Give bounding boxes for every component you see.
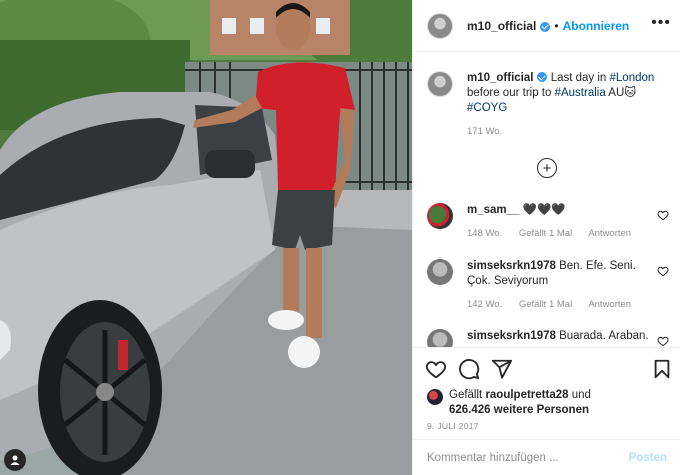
share-paper-plane-icon[interactable] <box>491 358 513 380</box>
caption-username[interactable]: m10_official <box>467 72 533 84</box>
hashtag-link[interactable]: #Australia <box>555 87 606 99</box>
hashtag-link[interactable]: #London <box>610 72 655 84</box>
likes-middle: und <box>568 389 591 401</box>
follow-button[interactable]: Abonnieren <box>563 19 630 33</box>
comment-username[interactable]: simseksrkn1978 <box>467 260 556 272</box>
heart-icon[interactable] <box>657 335 669 347</box>
verified-badge-icon <box>540 21 551 32</box>
more-horizontal-icon[interactable]: ••• <box>651 14 671 32</box>
post-header: m10_official • Abonnieren ••• <box>413 0 680 52</box>
comment-likes[interactable]: Gefällt 1 Mal <box>519 299 572 310</box>
like-heart-icon[interactable] <box>425 358 447 380</box>
comment-age[interactable]: 142 Wo. <box>467 299 502 310</box>
post-comment-button[interactable]: Posten <box>629 452 667 464</box>
separator-dot: • <box>554 18 559 33</box>
likes-count[interactable]: 626.426 weitere Personen <box>449 404 589 416</box>
avatar[interactable] <box>427 203 453 229</box>
caption-text: before our trip to <box>467 87 555 99</box>
likes-prefix: Gefällt <box>449 389 486 401</box>
heart-icon[interactable] <box>657 209 669 221</box>
comment-likes[interactable]: Gefällt 1 Mal <box>519 228 572 239</box>
tagged-user-icon[interactable] <box>4 449 26 471</box>
post-actions: Gefällt raoulpetretta28 und 626.426 weit… <box>413 347 680 475</box>
avatar <box>427 389 443 405</box>
comment-item: simseksrkn1978 Ben. Efe. Seni. Çok. Sevi… <box>427 259 671 312</box>
comment-item: simseksrkn1978 Buarada. Araban. <box>427 329 671 347</box>
comment-item: m_sam__ 🖤🖤🖤 148 Wo. Gefällt 1 Mal Antwor… <box>427 203 671 241</box>
likes-summary[interactable]: Gefällt raoulpetretta28 und 626.426 weit… <box>427 388 591 418</box>
comment-text: 🖤🖤🖤 <box>522 204 566 216</box>
post-photo[interactable] <box>0 0 412 475</box>
comments-list[interactable]: m10_official Last day in #London before … <box>413 53 680 347</box>
avatar[interactable] <box>427 12 453 39</box>
comment-bubble-icon[interactable] <box>458 358 480 380</box>
avatar[interactable] <box>427 259 453 285</box>
hashtag-link[interactable]: #COYG <box>467 102 507 114</box>
post-username[interactable]: m10_official <box>467 19 536 33</box>
post-sidebar: m10_official • Abonnieren ••• m10_offici… <box>412 0 680 475</box>
caption-text: Last day in <box>550 72 610 84</box>
photo-illustration <box>0 0 412 475</box>
reply-button[interactable]: Antworten <box>588 299 631 310</box>
reply-button[interactable]: Antworten <box>588 228 631 239</box>
heart-icon[interactable] <box>657 265 669 277</box>
caption: m10_official Last day in #London before … <box>427 71 667 139</box>
caption-emoji: AU🐱 <box>605 87 637 99</box>
load-more-comments-button[interactable]: + <box>537 158 557 178</box>
avatar[interactable] <box>427 71 453 97</box>
verified-badge-icon <box>537 72 548 82</box>
comment-input[interactable] <box>427 452 629 464</box>
avatar[interactable] <box>427 329 453 347</box>
bookmark-icon[interactable] <box>651 358 673 380</box>
likes-user[interactable]: raoulpetretta28 <box>485 389 568 401</box>
comment-username[interactable]: simseksrkn1978 <box>467 330 556 342</box>
post-date[interactable]: 9. JULI 2017 <box>427 421 479 431</box>
comment-username[interactable]: m_sam__ <box>467 204 519 216</box>
add-comment-bar: Posten <box>413 439 680 475</box>
comment-age[interactable]: 148 Wo. <box>467 228 502 239</box>
comment-text: Buarada. Araban. <box>559 330 649 342</box>
caption-age[interactable]: 171 Wo. <box>467 126 502 137</box>
